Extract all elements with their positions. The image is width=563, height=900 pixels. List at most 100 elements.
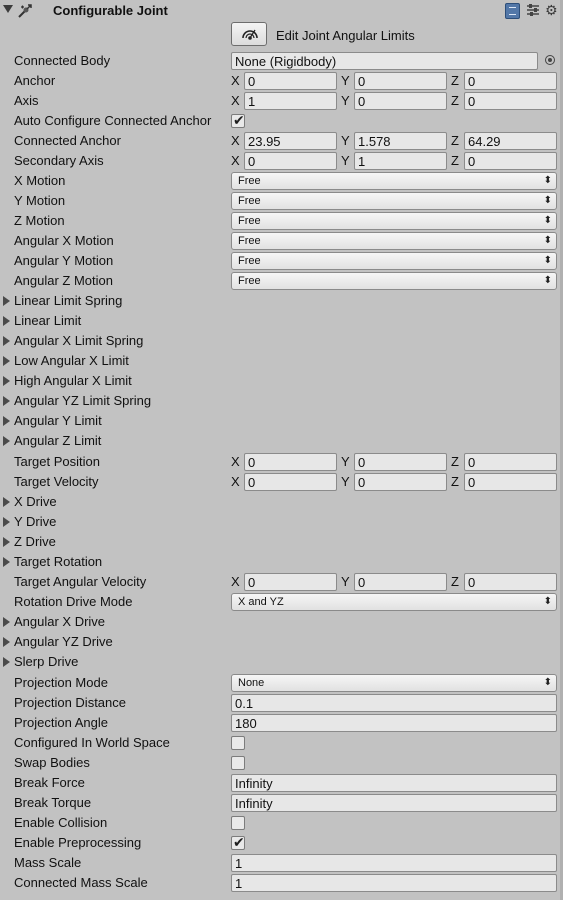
projection-angle-field[interactable]: 180 — [231, 714, 557, 732]
axis-x-label[interactable]: X — [231, 153, 240, 168]
target-velocity-x-field[interactable]: 0 — [244, 473, 337, 491]
swap-bodies-checkbox[interactable] — [231, 756, 245, 770]
connected-anchor-y-field[interactable]: 1.578 — [354, 132, 447, 150]
presets-icon[interactable] — [526, 3, 540, 17]
angular-x-limit-spring-label[interactable]: Angular X Limit Spring — [14, 333, 143, 348]
foldout-linear-limit-spring[interactable]: Linear Limit Spring — [0, 291, 563, 311]
x-drive-label[interactable]: X Drive — [14, 494, 57, 509]
target-velocity-z-field[interactable]: 0 — [464, 473, 557, 491]
mass-scale-field[interactable]: 1 — [231, 854, 557, 872]
foldout-high-angular-x-limit[interactable]: High Angular X Limit — [0, 371, 563, 391]
axis-y-field[interactable]: 0 — [354, 92, 447, 110]
secondary-axis-z-field[interactable]: 0 — [464, 152, 557, 170]
foldout-closed-icon[interactable] — [3, 396, 10, 406]
axis-z-label[interactable]: Z — [451, 474, 459, 489]
axis-y-label[interactable]: Y — [341, 474, 350, 489]
foldout-closed-icon[interactable] — [3, 537, 10, 547]
break-torque-field[interactable]: Infinity — [231, 794, 557, 812]
foldout-closed-icon[interactable] — [3, 617, 10, 627]
axis-z-label[interactable]: Z — [451, 153, 459, 168]
foldout-linear-limit[interactable]: Linear Limit — [0, 311, 563, 331]
secondary-axis-x-field[interactable]: 0 — [244, 152, 337, 170]
angular-z-motion-dropdown[interactable]: Free ⬍ — [231, 272, 557, 290]
axis-x-field[interactable]: 1 — [244, 92, 337, 110]
high-angular-x-limit-label[interactable]: High Angular X Limit — [14, 373, 132, 388]
foldout-closed-icon[interactable] — [3, 356, 10, 366]
angular-y-limit-label[interactable]: Angular Y Limit — [14, 413, 102, 428]
axis-y-label[interactable]: Y — [341, 133, 350, 148]
axis-x-label[interactable]: X — [231, 93, 240, 108]
angular-x-drive-label[interactable]: Angular X Drive — [14, 614, 105, 629]
axis-x-label[interactable]: X — [231, 574, 240, 589]
anchor-z-field[interactable]: 0 — [464, 72, 557, 90]
slerp-drive-label[interactable]: Slerp Drive — [14, 654, 78, 669]
target-position-y-field[interactable]: 0 — [354, 453, 447, 471]
target-rotation-label[interactable]: Target Rotation — [14, 554, 102, 569]
connected-anchor-x-field[interactable]: 23.95 — [244, 132, 337, 150]
foldout-angular-yz-drive[interactable]: Angular YZ Drive — [0, 632, 563, 652]
target-velocity-y-field[interactable]: 0 — [354, 473, 447, 491]
foldout-closed-icon[interactable] — [3, 436, 10, 446]
connected-mass-scale-field[interactable]: 1 — [231, 874, 557, 892]
angular-z-limit-label[interactable]: Angular Z Limit — [14, 433, 101, 448]
angular-yz-limit-spring-label[interactable]: Angular YZ Limit Spring — [14, 393, 151, 408]
foldout-low-angular-x-limit[interactable]: Low Angular X Limit — [0, 351, 563, 371]
projection-distance-field[interactable]: 0.1 — [231, 694, 557, 712]
foldout-open-icon[interactable] — [3, 5, 13, 13]
foldout-closed-icon[interactable] — [3, 336, 10, 346]
auto-configure-checkbox[interactable]: ✔ — [231, 112, 245, 128]
foldout-closed-icon[interactable] — [3, 497, 10, 507]
target-angular-velocity-y-field[interactable]: 0 — [354, 573, 447, 591]
axis-z-label[interactable]: Z — [451, 93, 459, 108]
foldout-angular-x-limit-spring[interactable]: Angular X Limit Spring — [0, 331, 563, 351]
axis-z-label[interactable]: Z — [451, 454, 459, 469]
axis-x-label[interactable]: X — [231, 133, 240, 148]
low-angular-x-limit-label[interactable]: Low Angular X Limit — [14, 353, 129, 368]
projection-mode-dropdown[interactable]: None ⬍ — [231, 674, 557, 692]
axis-x-label[interactable]: X — [231, 454, 240, 469]
object-picker-icon[interactable] — [545, 55, 555, 65]
axis-y-label[interactable]: Y — [341, 73, 350, 88]
foldout-y-drive[interactable]: Y Drive — [0, 512, 563, 532]
linear-limit-label[interactable]: Linear Limit — [14, 313, 81, 328]
target-angular-velocity-x-field[interactable]: 0 — [244, 573, 337, 591]
axis-y-label[interactable]: Y — [341, 574, 350, 589]
z-drive-label[interactable]: Z Drive — [14, 534, 56, 549]
target-position-z-field[interactable]: 0 — [464, 453, 557, 471]
axis-y-label[interactable]: Y — [341, 93, 350, 108]
target-angular-velocity-z-field[interactable]: 0 — [464, 573, 557, 591]
axis-x-label[interactable]: X — [231, 474, 240, 489]
axis-z-label[interactable]: Z — [451, 73, 459, 88]
edit-angular-limits-button[interactable] — [231, 22, 267, 46]
angular-y-motion-dropdown[interactable]: Free ⬍ — [231, 252, 557, 270]
connected-body-field[interactable]: None (Rigidbody) — [231, 52, 538, 70]
axis-y-label[interactable]: Y — [341, 153, 350, 168]
target-position-x-field[interactable]: 0 — [244, 453, 337, 471]
foldout-angular-x-drive[interactable]: Angular X Drive — [0, 612, 563, 632]
foldout-closed-icon[interactable] — [3, 637, 10, 647]
foldout-closed-icon[interactable] — [3, 376, 10, 386]
foldout-slerp-drive[interactable]: Slerp Drive — [0, 652, 563, 672]
y-motion-dropdown[interactable]: Free ⬍ — [231, 192, 557, 210]
configured-in-world-space-checkbox[interactable] — [231, 736, 245, 750]
y-drive-label[interactable]: Y Drive — [14, 514, 56, 529]
axis-y-label[interactable]: Y — [341, 454, 350, 469]
foldout-x-drive[interactable]: X Drive — [0, 492, 563, 512]
rotation-drive-mode-dropdown[interactable]: X and YZ ⬍ — [231, 593, 557, 611]
axis-x-label[interactable]: X — [231, 73, 240, 88]
connected-anchor-z-field[interactable]: 64.29 — [464, 132, 557, 150]
foldout-angular-yz-limit-spring[interactable]: Angular YZ Limit Spring — [0, 391, 563, 411]
foldout-closed-icon[interactable] — [3, 557, 10, 567]
axis-z-label[interactable]: Z — [451, 133, 459, 148]
foldout-z-drive[interactable]: Z Drive — [0, 532, 563, 552]
foldout-angular-y-limit[interactable]: Angular Y Limit — [0, 411, 563, 431]
enable-collision-checkbox[interactable] — [231, 816, 245, 830]
foldout-angular-z-limit[interactable]: Angular Z Limit — [0, 431, 563, 451]
foldout-closed-icon[interactable] — [3, 416, 10, 426]
z-motion-dropdown[interactable]: Free ⬍ — [231, 212, 557, 230]
foldout-closed-icon[interactable] — [3, 657, 10, 667]
axis-z-field[interactable]: 0 — [464, 92, 557, 110]
enable-preprocessing-checkbox[interactable]: ✔ — [231, 834, 245, 850]
foldout-closed-icon[interactable] — [3, 296, 10, 306]
foldout-closed-icon[interactable] — [3, 316, 10, 326]
